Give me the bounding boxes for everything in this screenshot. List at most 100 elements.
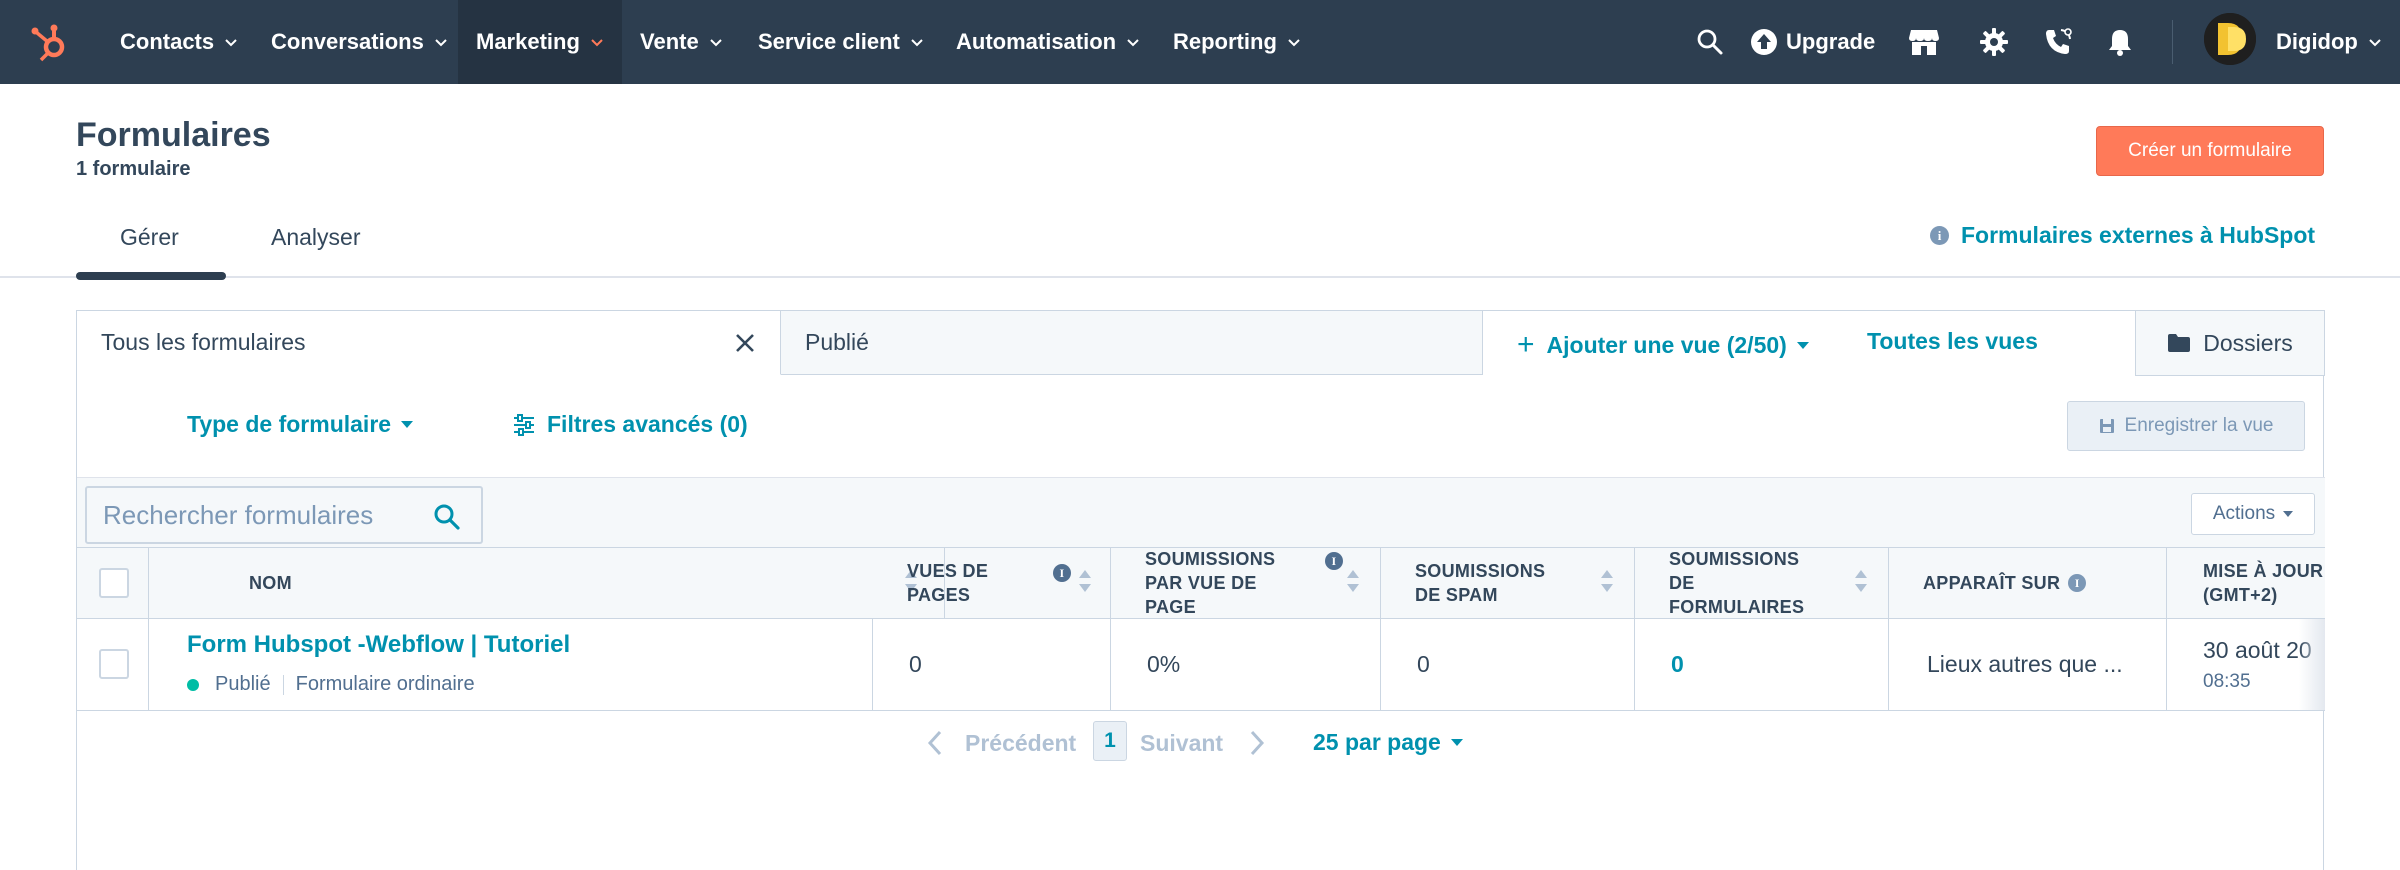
page-views-cell: 0 bbox=[873, 619, 1111, 710]
filter-sliders-icon bbox=[514, 413, 534, 436]
column-label: MISE À JOUR (GMT+2) bbox=[2203, 561, 2324, 605]
caret-down-icon bbox=[401, 421, 414, 428]
actions-button[interactable]: Actions bbox=[2191, 493, 2315, 535]
column-label: SOUMISSIONS PAR VUE DE PAGE bbox=[1145, 549, 1276, 617]
view-tab-label: Publié bbox=[805, 329, 869, 355]
sort-icon[interactable] bbox=[1601, 570, 1613, 596]
nav-item-conversations[interactable]: Conversations bbox=[253, 0, 466, 84]
view-tab-all-forms[interactable]: Tous les formulaires bbox=[77, 311, 781, 375]
chevron-down-icon bbox=[911, 39, 923, 47]
search-input[interactable] bbox=[103, 499, 423, 531]
advanced-filters-button[interactable]: Filtres avancés (0) bbox=[513, 411, 748, 438]
form-meta: Publié Formulaire ordinaire bbox=[187, 673, 475, 696]
updated-cell: 30 août 20 08:35 bbox=[2167, 619, 2325, 710]
column-header-spam[interactable]: SOUMISSIONS DE SPAM bbox=[1381, 548, 1635, 618]
upgrade-icon bbox=[1751, 29, 1777, 55]
phone-icon[interactable] bbox=[2040, 24, 2076, 60]
all-views-link[interactable]: Toutes les vues bbox=[1867, 328, 2038, 355]
per-page-select[interactable]: 25 par page bbox=[1313, 729, 1463, 756]
chevron-down-icon bbox=[1288, 39, 1300, 47]
divider bbox=[282, 674, 284, 695]
nav-divider bbox=[2172, 20, 2173, 64]
search-icon[interactable] bbox=[433, 503, 461, 531]
nav-item-label: Reporting bbox=[1173, 29, 1277, 54]
nav-item-vente[interactable]: Vente bbox=[622, 0, 741, 84]
form-count: 1 formulaire bbox=[76, 158, 191, 180]
tab-manage[interactable]: Gérer bbox=[120, 224, 179, 251]
info-icon[interactable]: i bbox=[1325, 552, 1343, 570]
row-checkbox[interactable] bbox=[99, 649, 129, 679]
search-field[interactable] bbox=[85, 486, 483, 544]
save-view-button[interactable]: Enregistrer la vue bbox=[2067, 401, 2305, 451]
form-name-cell: Form Hubspot -Webflow | Tutoriel Publié … bbox=[149, 619, 873, 710]
form-type-filter[interactable]: Type de formulaire bbox=[187, 411, 414, 438]
folders-label: Dossiers bbox=[2203, 329, 2293, 356]
nav-item-automatisation[interactable]: Automatisation bbox=[938, 0, 1158, 84]
caret-down-icon bbox=[1796, 341, 1809, 349]
info-icon: i bbox=[1930, 226, 1949, 245]
chevron-down-icon bbox=[225, 39, 237, 47]
chevron-left-icon bbox=[927, 730, 942, 756]
scroll-fade bbox=[2299, 619, 2325, 710]
hubspot-logo[interactable] bbox=[28, 20, 72, 64]
account-menu[interactable]: Digidop bbox=[2276, 0, 2382, 84]
nav-item-label: Automatisation bbox=[956, 29, 1117, 54]
submissions-cell: 0 bbox=[1635, 619, 1889, 710]
chevron-down-icon bbox=[1127, 39, 1139, 47]
tab-analyze[interactable]: Analyser bbox=[271, 224, 360, 251]
page-number[interactable]: 1 bbox=[1093, 721, 1127, 761]
select-all-cell bbox=[77, 548, 149, 618]
column-label: SOUMISSIONS DE FORMULAIRES bbox=[1669, 549, 1805, 617]
bell-icon[interactable] bbox=[2102, 24, 2138, 60]
info-icon[interactable]: i bbox=[1053, 564, 1071, 582]
column-header-updated[interactable]: MISE À JOUR (GMT+2) bbox=[2167, 548, 2325, 618]
marketplace-icon[interactable] bbox=[1906, 24, 1942, 60]
info-icon[interactable]: i bbox=[2068, 574, 2087, 592]
close-icon[interactable] bbox=[733, 331, 757, 355]
view-tab-published[interactable]: Publié bbox=[781, 311, 1483, 375]
add-view-button[interactable]: + Ajouter une vue (2/50) bbox=[1517, 328, 1809, 362]
tabs-divider bbox=[0, 276, 2400, 278]
column-header-appears-on[interactable]: APPARAÎT SUR i bbox=[1889, 548, 2167, 618]
chevron-right-icon bbox=[1250, 730, 1265, 756]
submissions-link[interactable]: 0 bbox=[1671, 651, 1684, 678]
caret-down-icon bbox=[1450, 739, 1463, 746]
select-all-checkbox[interactable] bbox=[99, 568, 129, 598]
search-icon[interactable] bbox=[1692, 24, 1728, 60]
column-header-name[interactable]: NOM bbox=[149, 548, 945, 618]
avatar[interactable] bbox=[2204, 13, 2256, 65]
table-header: NOM VUES DE PAGES i SOUMISSIONS PAR VUE … bbox=[77, 547, 2325, 619]
form-name-link[interactable]: Form Hubspot -Webflow | Tutoriel bbox=[187, 631, 570, 659]
nav-item-label: Contacts bbox=[120, 29, 215, 54]
updated-time: 08:35 bbox=[2203, 671, 2251, 692]
form-type: Formulaire ordinaire bbox=[295, 673, 475, 695]
sort-icon[interactable] bbox=[1347, 570, 1359, 596]
previous-page-button[interactable]: Précédent bbox=[927, 729, 1076, 757]
column-header-submissions[interactable]: SOUMISSIONS DE FORMULAIRES bbox=[1635, 548, 1889, 618]
upgrade-button[interactable]: Upgrade bbox=[1750, 0, 1875, 84]
page-title: Formulaires bbox=[76, 116, 271, 154]
gear-icon[interactable] bbox=[1976, 24, 2012, 60]
nav-item-reporting[interactable]: Reporting bbox=[1155, 0, 1319, 84]
chevron-down-icon bbox=[2369, 39, 2381, 47]
sort-icon[interactable] bbox=[1855, 570, 1867, 596]
nav-item-label: Vente bbox=[640, 29, 699, 54]
next-page-button[interactable]: Suivant bbox=[1140, 729, 1265, 757]
column-header-page-views[interactable]: VUES DE PAGES i bbox=[873, 548, 1111, 618]
folder-icon bbox=[2168, 334, 2191, 352]
nav-item-service-client[interactable]: Service client bbox=[740, 0, 942, 84]
status-badge: Publié bbox=[215, 673, 271, 695]
sort-icon[interactable] bbox=[1079, 570, 1091, 596]
account-name: Digidop bbox=[2276, 29, 2358, 54]
save-view-label: Enregistrer la vue bbox=[2124, 415, 2274, 436]
chevron-down-icon bbox=[709, 39, 722, 47]
column-label: APPARAÎT SUR bbox=[1923, 573, 2061, 593]
caret-down-icon bbox=[2283, 511, 2294, 517]
nav-item-marketing[interactable]: Marketing bbox=[458, 0, 622, 84]
chevron-down-icon bbox=[591, 39, 603, 47]
column-header-submissions-per-view[interactable]: SOUMISSIONS PAR VUE DE PAGE i bbox=[1111, 548, 1381, 618]
folders-button[interactable]: Dossiers bbox=[2135, 310, 2325, 376]
external-forms-link[interactable]: i Formulaires externes à HubSpot bbox=[1930, 222, 2315, 249]
nav-item-contacts[interactable]: Contacts bbox=[102, 0, 256, 84]
create-form-button[interactable]: Créer un formulaire bbox=[2096, 126, 2324, 176]
